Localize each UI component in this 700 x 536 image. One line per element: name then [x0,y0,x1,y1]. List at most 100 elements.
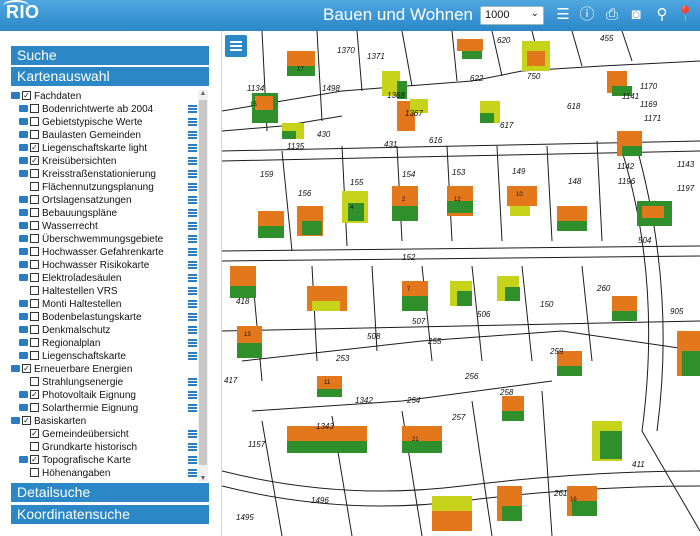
folder-icon[interactable] [19,338,28,346]
folder-icon[interactable] [19,325,28,333]
layer-menu-icon[interactable] [188,378,197,387]
layer-item[interactable]: ✓ Erneuerbare Energien [11,363,197,376]
layer-item[interactable]: Hochwasser Risikokarte [11,259,197,272]
layer-item[interactable]: ✓ Topografische Karte [11,454,197,467]
layer-item[interactable]: Kreisstraßenstationierung [11,168,197,181]
folder-icon[interactable] [19,260,28,268]
folder-icon[interactable] [11,416,20,424]
cadastral-map[interactable]: 1370 1371 620 455 1498 750 1368 622 1170… [222,31,700,536]
layer-checkbox[interactable] [30,194,39,204]
folder-icon[interactable] [19,403,28,411]
layer-menu-icon[interactable] [188,339,197,348]
folder-icon[interactable] [19,143,28,151]
folder-icon[interactable] [19,117,28,125]
layer-checkbox[interactable] [30,285,39,295]
layer-checkbox[interactable]: ✓ [22,90,31,100]
location-pin-icon[interactable]: ⚲ [653,6,671,24]
folder-icon[interactable] [19,351,28,359]
layer-item[interactable]: ✓ Photovoltaik Eignung [11,389,197,402]
folder-icon[interactable] [19,234,28,242]
layer-item[interactable]: Monti Haltestellen [11,298,197,311]
layer-item[interactable]: Bodenbelastungskarte [11,311,197,324]
layer-checkbox[interactable] [30,259,39,269]
layer-menu-icon[interactable] [188,300,197,309]
layer-menu-icon[interactable] [188,118,197,127]
print-icon[interactable]: ⎙ [603,6,621,24]
layer-item[interactable]: ✓ Basiskarten [11,415,197,428]
layer-item[interactable]: Baulasten Gemeinden [11,129,197,142]
layer-checkbox[interactable] [30,324,39,334]
layer-item[interactable]: Flächennutzungsplanung [11,181,197,194]
layer-checkbox[interactable] [30,207,39,217]
layer-item[interactable]: Strahlungsenergie [11,376,197,389]
layer-item[interactable]: ✓ Liegenschaftskarte light [11,142,197,155]
layer-item[interactable]: Gebietstypische Werte [11,116,197,129]
layer-checkbox[interactable] [30,441,39,451]
layer-checkbox[interactable] [30,337,39,347]
scale-select[interactable]: 1000 ⌄ [480,6,544,25]
folder-icon[interactable] [19,208,28,216]
folder-icon[interactable] [19,130,28,138]
layer-item[interactable]: ✓ Fachdaten [11,90,197,103]
layer-checkbox[interactable] [30,220,39,230]
layer-item[interactable]: Elektroladesäulen [11,272,197,285]
layer-menu-icon[interactable] [188,209,197,218]
folder-icon[interactable] [19,104,28,112]
folder-icon[interactable] [19,169,28,177]
layer-menu-icon[interactable] [188,352,197,361]
layer-checkbox[interactable] [30,402,39,412]
folder-icon[interactable] [19,221,28,229]
layer-checkbox[interactable]: ✓ [30,428,39,438]
folder-icon[interactable] [19,273,28,281]
list-icon[interactable]: ☰ [554,6,572,24]
layer-checkbox[interactable] [30,298,39,308]
layer-checkbox[interactable] [30,467,39,477]
layer-menu-icon[interactable] [188,222,197,231]
layer-item[interactable]: Bodenrichtwerte ab 2004 [11,103,197,116]
folder-icon[interactable] [19,195,28,203]
layer-checkbox[interactable] [30,116,39,126]
folder-icon[interactable] [11,91,20,99]
layer-menu-icon[interactable] [188,391,197,400]
layer-menu-icon[interactable] [188,261,197,270]
layer-menu-icon[interactable] [188,235,197,244]
scroll-thumb[interactable] [199,100,207,465]
layer-checkbox[interactable]: ✓ [30,389,39,399]
scroll-down-icon[interactable]: ▼ [199,475,207,482]
layer-menu-icon[interactable] [188,456,197,465]
accordion-suche[interactable]: Suche [11,46,209,65]
layer-checkbox[interactable] [30,311,39,321]
layer-checkbox[interactable] [30,168,39,178]
folder-icon[interactable] [19,455,28,463]
layer-item[interactable]: Regionalplan [11,337,197,350]
layer-menu-icon[interactable] [188,170,197,179]
layer-checkbox[interactable]: ✓ [22,415,31,425]
info-icon[interactable]: ⓘ [578,6,596,24]
layer-item[interactable]: Höhenangaben [11,467,197,480]
layer-menu-icon[interactable] [188,443,197,452]
layer-checkbox[interactable] [30,129,39,139]
accordion-detailsuche[interactable]: Detailsuche [11,483,209,502]
folder-icon[interactable] [19,299,28,307]
layer-checkbox[interactable] [30,103,39,113]
layer-checkbox[interactable] [30,350,39,360]
layer-menu-icon[interactable] [188,313,197,322]
folder-icon[interactable] [19,390,28,398]
accordion-kartenauswahl[interactable]: Kartenauswahl [11,67,209,86]
layer-menu-icon[interactable] [188,430,197,439]
layer-menu-icon[interactable] [188,144,197,153]
layer-checkbox[interactable] [30,181,39,191]
folder-icon[interactable] [11,364,20,372]
layer-item[interactable]: Bebauungspläne [11,207,197,220]
map-menu-button[interactable] [225,35,247,57]
layer-menu-icon[interactable] [188,326,197,335]
camera-icon[interactable]: ◙ [627,6,645,24]
accordion-koordinatensuche[interactable]: Koordinatensuche [11,505,209,524]
layer-checkbox[interactable]: ✓ [22,363,31,373]
layer-item[interactable]: Überschwemmungsgebiete [11,233,197,246]
layer-menu-icon[interactable] [188,287,197,296]
layer-checkbox[interactable] [30,272,39,282]
layer-menu-icon[interactable] [188,274,197,283]
scroll-up-icon[interactable]: ▲ [199,90,207,97]
layer-item[interactable]: Denkmalschutz [11,324,197,337]
